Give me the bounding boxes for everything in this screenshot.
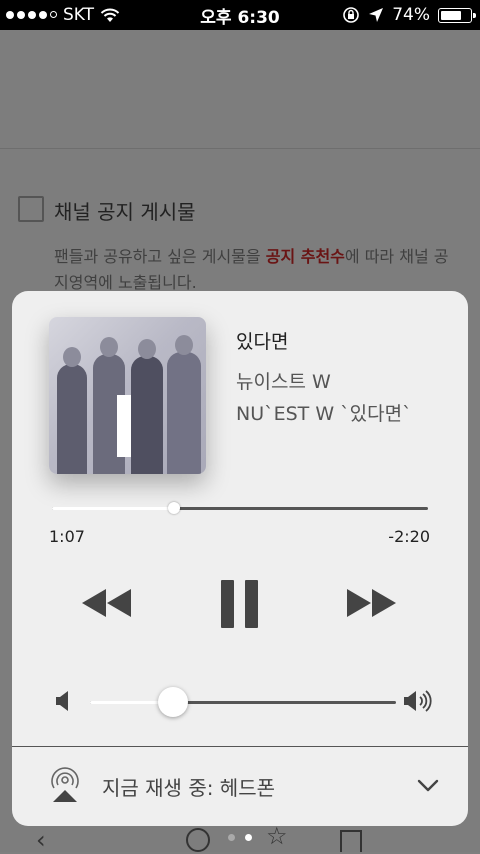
page-dot-1 <box>228 834 235 841</box>
rewind-icon[interactable] <box>82 589 132 617</box>
speaker-low-icon <box>56 691 68 711</box>
volume-slider[interactable] <box>90 687 396 717</box>
progress-knob[interactable] <box>168 502 181 514</box>
panel-divider <box>12 746 468 747</box>
location-icon <box>369 8 384 22</box>
album-art <box>49 317 206 474</box>
status-bar: SKT 오후 6:30 74% <box>0 0 480 30</box>
chevron-down-icon[interactable] <box>417 779 439 793</box>
speaker-high-icon <box>404 690 432 712</box>
page-indicator <box>0 834 480 841</box>
notice-checkbox[interactable] <box>18 196 44 222</box>
album-name: NU`EST W `있다면` <box>236 403 412 425</box>
progress-fill <box>52 507 175 510</box>
page-dot-2 <box>245 834 252 841</box>
airplay-label[interactable]: 지금 재생 중: 헤드폰 <box>102 772 275 801</box>
volume-knob[interactable] <box>157 687 188 717</box>
elapsed-time: 1:07 <box>49 527 85 546</box>
artist-name: 뉴이스트 W <box>236 371 331 393</box>
battery-icon <box>438 7 476 23</box>
fast-forward-icon[interactable] <box>346 589 396 617</box>
progress-scrubber[interactable] <box>52 502 428 514</box>
remaining-time: -2:20 <box>388 527 430 546</box>
pause-icon[interactable] <box>221 580 259 628</box>
notice-description: 팬들과 공유하고 싶은 게시물을 공지 추천수에 따라 채널 공지영역에 노출됩… <box>54 244 454 296</box>
now-playing-panel: 있다면 뉴이스트 W NU`EST W `있다면` 1:07 -2:20 지금 <box>12 291 468 826</box>
notice-desc-part1: 팬들과 공유하고 싶은 게시물을 <box>54 247 266 266</box>
notice-title: 채널 공지 게시물 <box>54 200 196 224</box>
airplay-icon[interactable] <box>48 766 82 802</box>
notice-desc-highlight: 공지 추천수 <box>265 247 345 266</box>
battery-percent: 74% <box>392 5 430 25</box>
divider <box>0 148 480 149</box>
song-title: 있다면 <box>236 331 289 353</box>
rotation-lock-icon <box>343 7 360 23</box>
